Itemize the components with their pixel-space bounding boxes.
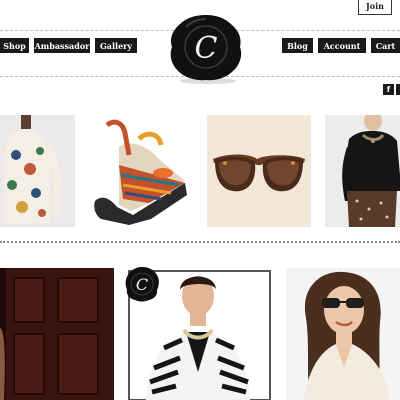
logo-letter: C [195, 31, 218, 66]
product-black-sweater[interactable] [325, 115, 400, 227]
product-wedge-sandal[interactable] [89, 115, 192, 227]
nav-account[interactable]: Account [318, 38, 366, 53]
product-sunglasses[interactable] [207, 115, 311, 227]
nav-gallery[interactable]: Gallery [95, 38, 137, 53]
section-divider [0, 241, 400, 243]
facebook-icon[interactable]: f [383, 84, 394, 95]
twitter-icon[interactable] [396, 84, 400, 95]
nav-shop[interactable]: Shop [0, 38, 29, 53]
nav-ambassador[interactable]: Ambassador [34, 38, 90, 53]
feature-sunglasses-model[interactable] [286, 268, 400, 400]
seal-badge: C [124, 266, 160, 302]
badge-letter: C [136, 275, 148, 294]
feature-dark-room[interactable] [0, 268, 114, 400]
product-floral-top[interactable] [0, 115, 75, 227]
join-button[interactable]: Join [358, 0, 392, 15]
wax-seal-logo[interactable]: C [166, 13, 246, 85]
nav-cart[interactable]: Cart [371, 38, 400, 53]
nav-blog[interactable]: Blog [282, 38, 313, 53]
